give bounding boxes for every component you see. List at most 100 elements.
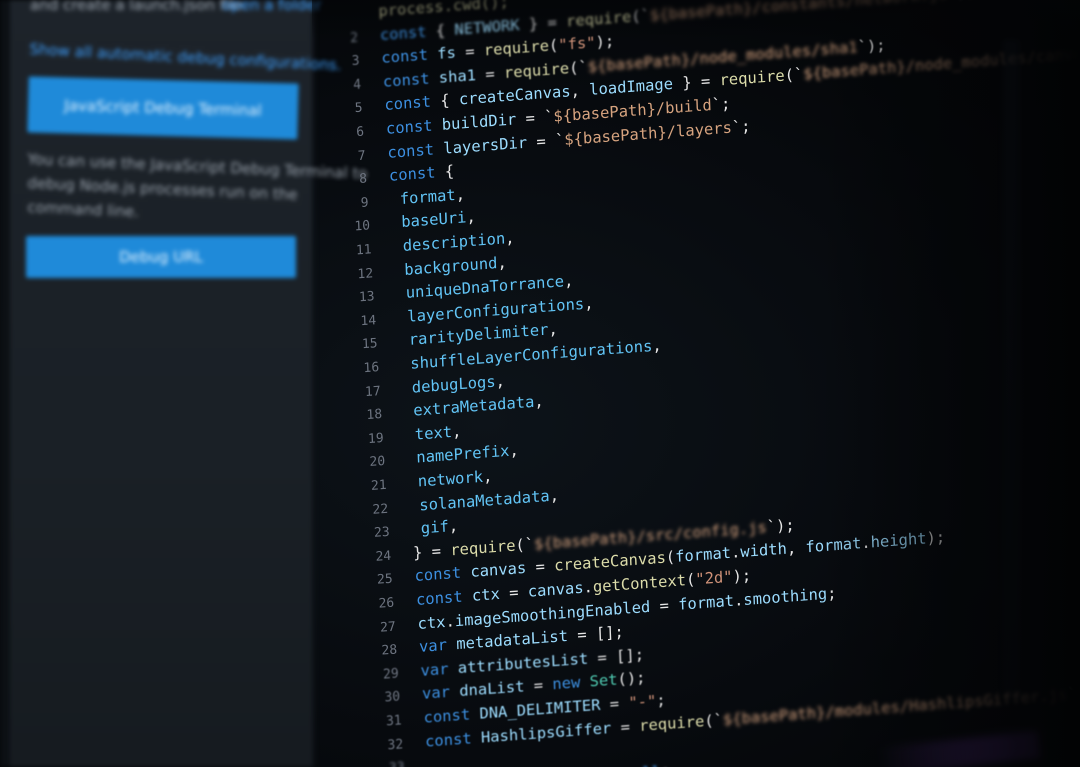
line-number: 33 [360,756,405,767]
code-token: width [739,540,788,562]
code-token: require [503,59,570,82]
code-token: ); [595,32,615,52]
sidebar-top-text: and create a launch.json file. [30,0,248,14]
code-token: extraMetadata [412,392,535,420]
code-token: null [623,762,661,767]
code-token: network [417,467,484,491]
code-token: , [583,293,594,313]
code-token: = [600,693,629,714]
code-token: , [563,271,574,291]
code-token: (` [784,65,804,85]
code-token: new [552,672,590,694]
code-editor[interactable]: process.cwd(); 2 const { NETWORK } = requi… [312,0,1080,767]
code-token: const [385,115,443,138]
code-token: format [805,534,862,557]
code-token: , [549,485,560,505]
code-token: namePrefix [415,442,510,467]
code-token: (` [568,57,589,78]
code-token: = [524,675,553,696]
code-lines: process.cwd(); 2 const { NETWORK } = requi… [312,0,1080,767]
code-token: Set [589,670,618,691]
code-token: = [475,63,505,84]
debug-sidebar: and create a launch.json file. open a fo… [0,0,368,767]
code-token: layersDir [442,133,528,158]
code-token: const [424,728,482,751]
code-token: const [415,586,473,609]
code-token: `; [731,116,751,137]
status-glow [878,730,1042,767]
code-token: const [379,21,437,44]
code-token: NETWORK [454,15,520,39]
code-token: text [414,422,453,444]
code-token: `; [711,94,731,115]
code-token: = [455,41,485,62]
code-token: } = [519,12,567,34]
code-token: , [504,228,515,248]
code-token: { [444,162,455,181]
code-token: "2d" [694,567,733,589]
code-token: ); [732,566,752,586]
code-token: , [533,392,544,411]
code-token: canvas [470,559,527,582]
code-token: = [499,582,529,603]
code-token: dnaList [458,677,525,701]
code-token: `); [947,0,976,2]
javascript-debug-terminal-button[interactable]: JavaScript Debug Terminal [27,76,299,140]
code-token: const [388,162,446,186]
code-token: canvas [527,578,584,601]
debug-url-button[interactable]: Debug URL [26,236,296,278]
code-token: , [482,467,493,486]
open-folder-link[interactable]: open a folder [222,0,322,14]
code-token: = ` [526,130,565,152]
code-token: ; [660,762,670,767]
code-token: "fs" [557,33,596,55]
code-token: { [435,20,455,40]
code-token: solanaMetadata [419,486,551,515]
code-token: ${basePath}/constants/network.js [649,0,949,24]
code-token: , [466,207,477,227]
code-token: , [455,185,466,204]
code-token: = [525,557,555,578]
code-token: ; [655,690,666,710]
code-token: = ` [515,107,554,129]
sidebar-description-line-3: command line. [27,197,140,221]
code-token: , [651,336,662,356]
code-token: = []; [567,623,625,646]
code-token: { [439,90,460,111]
code-token: var [418,635,457,657]
code-token: (); [617,668,646,689]
code-token: require [719,66,786,90]
code-token: smoothing [742,584,828,609]
code-token: ; [826,583,837,603]
code-token: `); [1066,683,1080,704]
code-token: require [565,7,632,31]
code-token: format [677,591,735,614]
code-token: const [387,139,444,162]
code-token: , [451,422,462,441]
code-token: = [610,716,640,737]
code-token: require [483,36,550,60]
code-token: ctx [471,584,501,605]
code-token: `); [766,515,795,536]
code-token: } = [672,71,720,94]
code-token: require [638,711,705,735]
code-token: const [423,704,480,727]
code-token: ctx [417,612,446,633]
code-token: baseUri [400,208,467,232]
code-token: , [495,371,506,391]
line-number [313,18,357,21]
minimap[interactable] [1004,40,1020,700]
show-all-configurations-link[interactable]: Show all automatic debug configurations. [29,40,342,74]
code-token: const [414,563,471,586]
screen: and create a launch.json file. open a fo… [0,0,1080,767]
code-token: `); [857,35,886,56]
code-token: , [497,253,508,272]
code-token: = []; [587,645,645,668]
code-token: , [548,320,559,339]
code-token: var [420,658,459,680]
code-token: } = [412,541,451,562]
code-token: , [509,441,520,461]
code-token: , [786,538,806,559]
code-token: sha1 [438,65,477,87]
code-token: format [399,185,456,208]
